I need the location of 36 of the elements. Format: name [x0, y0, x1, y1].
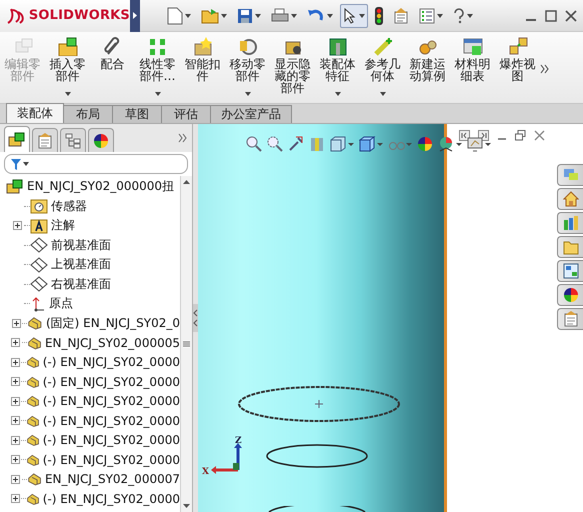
tree-item[interactable]: EN_NJCJ_SY02_000000扭 [27, 178, 174, 196]
tree-item[interactable]: EN_NJCJ_SY02_000007 [44, 472, 180, 486]
ribbon-button[interactable]: 智能扣件 [180, 36, 225, 102]
tree-item[interactable]: 原点 [49, 295, 73, 312]
tab[interactable]: 布局 [63, 105, 113, 123]
graphics-viewport[interactable]: Z X [198, 124, 448, 512]
tab[interactable]: 评估 [161, 105, 211, 123]
tree-item[interactable]: 传感器 [51, 198, 87, 215]
ribbon-button[interactable]: 参考几何体 [360, 36, 405, 102]
ribbon-button[interactable]: 线性零部件… [135, 36, 180, 102]
tab[interactable]: 草图 [112, 105, 162, 123]
ribbon-button[interactable]: 爆炸视图 [495, 36, 540, 102]
tree-item[interactable]: (-) EN_NJCJ_SY02_0000 [42, 452, 180, 467]
tree-item[interactable]: 右视基准面 [51, 276, 111, 293]
ribbon-button[interactable]: 材料明细表 [450, 36, 495, 102]
ribbon-button[interactable]: 显示隐藏的零部件 [270, 36, 315, 102]
ribbon-button[interactable]: 插入零部件 [45, 36, 90, 102]
tree-item[interactable]: (-) EN_NJCJ_SY02_0000 [42, 374, 180, 389]
tab[interactable]: 办公室产品 [210, 105, 292, 123]
tree-item[interactable]: (-) EN_NJCJ_SY02_0000 [42, 492, 180, 506]
tree-item[interactable]: (固定) EN_NJCJ_SY02_0 [46, 314, 180, 332]
tree-item[interactable]: 上视基准面 [51, 256, 111, 274]
ribbon-button[interactable]: 移动零部件 [225, 36, 270, 102]
tree-item[interactable]: (-) EN_NJCJ_SY02_0000 [42, 394, 180, 408]
tree-item[interactable]: (-) EN_NJCJ_SY02_0000 [42, 414, 180, 428]
tree-item[interactable]: (-) EN_NJCJ_SY02_0000 [42, 433, 180, 448]
axis-triad: Z X [202, 434, 246, 478]
tree-item[interactable]: 注解 [51, 217, 75, 234]
ribbon-button[interactable]: 配合 [90, 36, 135, 102]
tree-item[interactable]: (-) EN_NJCJ_SY02_0000 [42, 355, 180, 370]
tree-item[interactable]: 前视基准面 [51, 236, 111, 254]
app-logo-text: SOLIDWORKS [28, 8, 130, 23]
tree-item[interactable]: EN_NJCJ_SY02_000005 [44, 336, 180, 350]
ribbon-button[interactable]: 装配体特征 [315, 36, 360, 102]
tab[interactable]: 装配体 [6, 103, 64, 123]
ribbon-button[interactable]: 新建运动算例 [405, 36, 450, 102]
